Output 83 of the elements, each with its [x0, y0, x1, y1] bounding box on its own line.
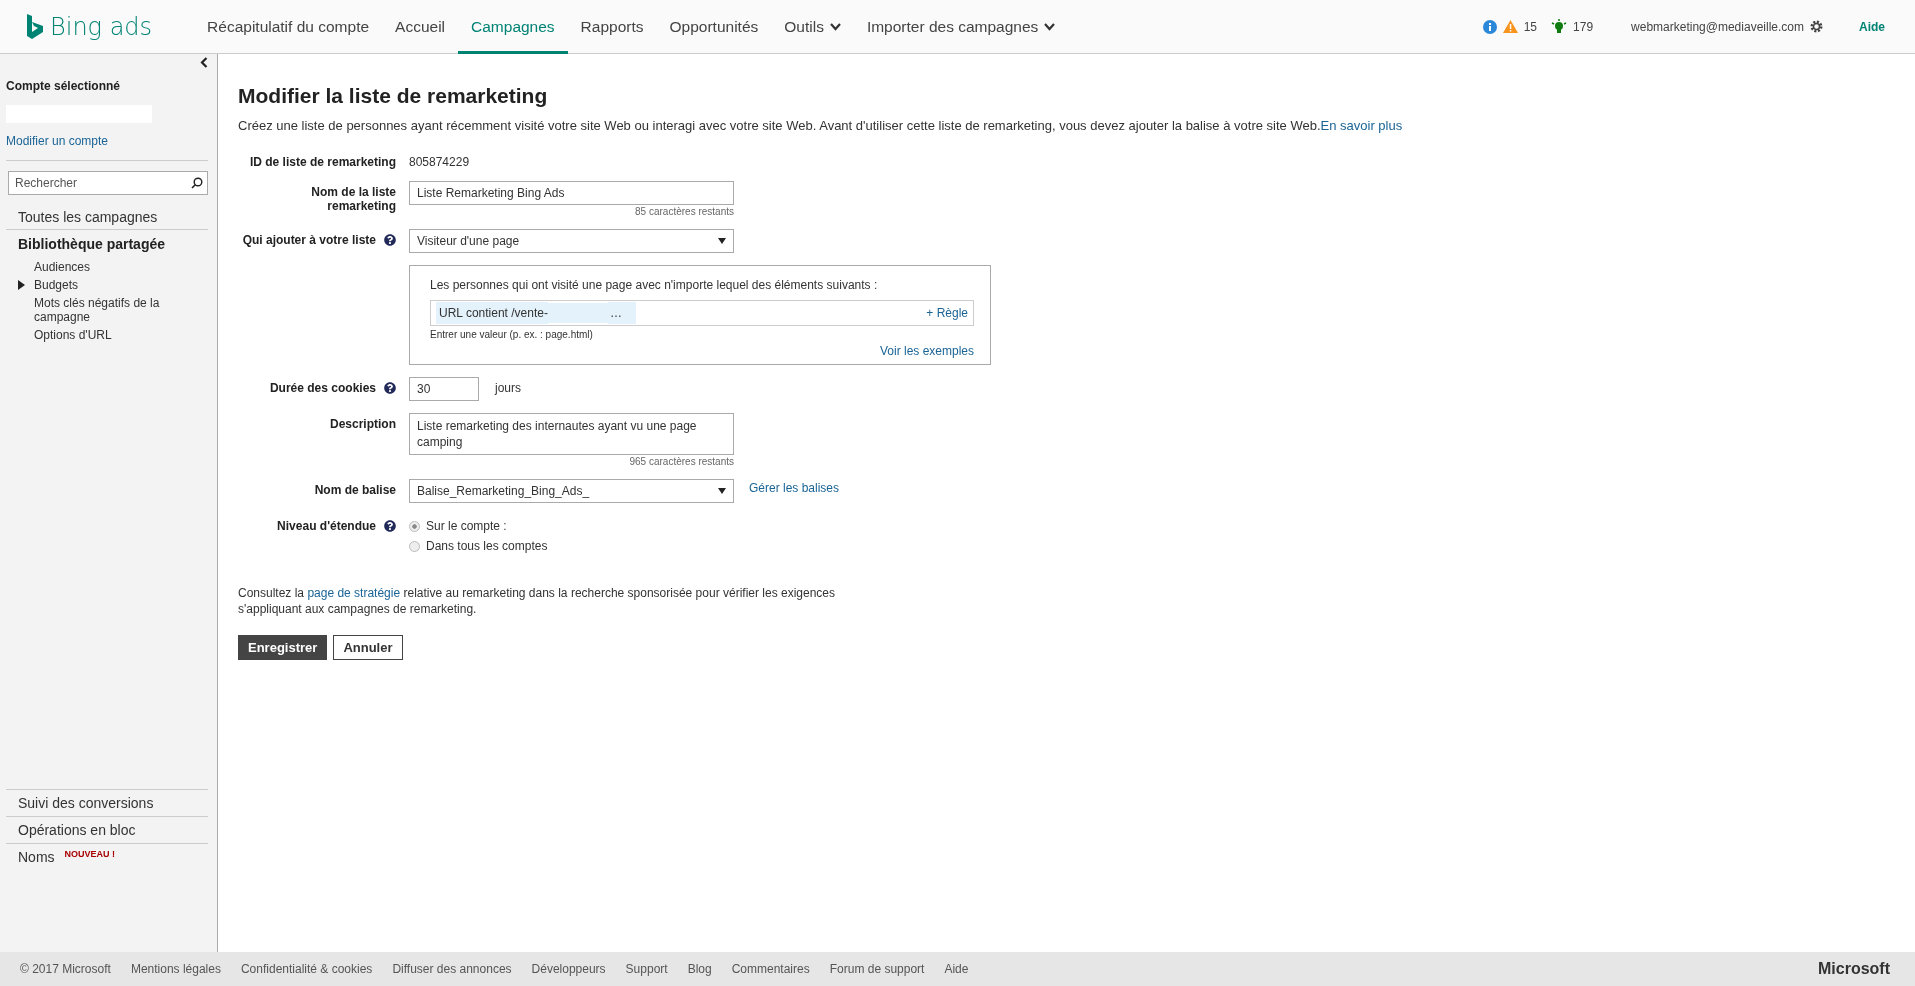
radio-label: Dans tous les comptes	[426, 539, 548, 553]
cancel-button[interactable]: Annuler	[333, 635, 403, 660]
policy-link[interactable]: page de stratégie	[307, 586, 401, 600]
list-id: 805874229	[409, 154, 470, 169]
sidebar-item[interactable]: Options d'URL	[34, 328, 112, 342]
radio-label: Sur le compte :	[426, 519, 507, 533]
field-label: Niveau d'étendue	[277, 519, 376, 533]
sidebar-item[interactable]: Budgets	[34, 278, 79, 292]
chevron-icon	[829, 22, 841, 31]
help-icon[interactable]	[384, 234, 396, 246]
search-icon[interactable]	[191, 177, 203, 189]
field-label: Nom de balise	[314, 483, 396, 497]
remaining-chars: 965 caractères restants	[628, 456, 734, 467]
footer-link[interactable]: Forum de support	[829, 962, 925, 976]
sidebar-item[interactable]: Toutes les campagnes	[6, 203, 208, 230]
audience-dropdown[interactable]: Visiteur d'une page	[409, 229, 734, 253]
sidebar-section-title[interactable]: Bibliothèque partagée	[6, 230, 208, 260]
opportunities-count: 179	[1573, 19, 1594, 34]
logo-icon	[26, 13, 44, 40]
description-input[interactable]: Liste remarketing des internautes ayant vu une page camping	[409, 413, 734, 455]
user-email[interactable]: webmarketing@mediaveille.com	[1631, 19, 1804, 34]
footer-link[interactable]: Commentaires	[731, 962, 810, 976]
footer-link[interactable]: Support	[625, 962, 668, 976]
sidebar-item[interactable]: Noms	[18, 849, 55, 865]
help-icon[interactable]	[384, 520, 396, 532]
change-account-link[interactable]: Modifier un compte	[6, 134, 208, 148]
nav-tab[interactable]: Accueil	[382, 0, 459, 54]
policy-text: Consultez la page de stratégie relative au remarketing dans la recherche sponsorisée pour vérifier les exigences s'appliquant aux campagnes de remarketing.	[238, 585, 836, 617]
search-field[interactable]: Rechercher	[8, 171, 208, 195]
new-label: NOUVEAU !	[64, 849, 116, 859]
alerts-count: 15	[1523, 19, 1538, 34]
name-input[interactable]: Liste Remarketing Bing Ads	[409, 181, 734, 205]
rule-field[interactable]: URL contient /vente- … + Règle	[430, 300, 974, 326]
footer-link[interactable]: Développeurs	[531, 962, 606, 976]
logo: Bing ads	[50, 12, 153, 41]
lightbulb-icon[interactable]	[1551, 18, 1568, 35]
footer-link[interactable]: Diffuser des annonces	[392, 962, 512, 976]
cookie-duration-input[interactable]: 30	[409, 377, 479, 401]
help-icon[interactable]	[384, 382, 396, 394]
save-button[interactable]: Enregistrer	[238, 635, 328, 660]
footer-link[interactable]: Aide	[944, 962, 969, 976]
sidebar-item[interactable]: Suivi des conversions	[18, 795, 154, 811]
field-label: Nom de la liste remarketing	[310, 185, 396, 213]
rule-value: URL contient /vente-	[436, 302, 548, 324]
sidebar-item[interactable]: Mots clés négatifs de la campagne	[34, 296, 208, 324]
footer-link[interactable]: Confidentialité & cookies	[240, 962, 373, 976]
field-label: Durée des cookies	[269, 381, 376, 395]
manage-tags-link[interactable]: Gérer les balises	[749, 479, 840, 503]
field-label: Qui ajouter à votre liste	[242, 233, 376, 247]
collapse-icon[interactable]	[200, 57, 208, 68]
radio-button[interactable]	[409, 540, 420, 552]
footer-link[interactable]: Mentions légales	[130, 962, 221, 976]
dropdown-icon	[718, 488, 726, 494]
radio-button[interactable]	[409, 520, 420, 532]
field-label: ID de liste de remarketing	[249, 155, 396, 169]
sidebar-item[interactable]: Audiences	[34, 260, 91, 274]
unit-label: jours	[495, 380, 521, 397]
footer-link[interactable]: Blog	[687, 962, 712, 976]
ellipsis: …	[607, 302, 636, 324]
help-link[interactable]: Aide	[1859, 19, 1885, 34]
nav-tab[interactable]: Rapports	[567, 0, 657, 54]
rule-hint: Entrer une valeur (p. ex. : page.html)	[430, 329, 594, 340]
footer-link[interactable]: © 2017 Microsoft	[20, 962, 111, 976]
field-label: Description	[330, 417, 396, 431]
intro-text: Créez une liste de personnes ayant récemment visité votre site Web ou interagi avec votre site Web. Avant d'utiliser cette liste de remarketing, vous devez ajouter la balise à votre site Web.En savoir plus	[238, 118, 1404, 133]
nav-tab[interactable]: Outils	[771, 0, 854, 54]
page-title: Modifier la liste de remarketing	[238, 84, 549, 108]
settings-icon[interactable]	[1810, 20, 1823, 33]
sidebar-title: Compte sélectionné	[6, 79, 122, 93]
brand-name: Microsoft	[1818, 960, 1890, 978]
info-icon[interactable]	[1482, 19, 1497, 34]
nav-tab[interactable]: Récapitulatif du compte	[194, 0, 383, 54]
examples-link[interactable]: Voir les exemples	[879, 344, 974, 358]
add-rule-link[interactable]: + Règle	[926, 306, 968, 320]
rule-intro: Les personnes qui ont visité une page avec n'importe lequel des éléments suivants :	[430, 278, 878, 292]
sidebar-item[interactable]: Opérations en bloc	[18, 822, 136, 838]
remaining-chars: 85 caractères restants	[634, 206, 734, 217]
chevron-icon	[1044, 22, 1056, 31]
dropdown-icon	[718, 238, 726, 244]
nav-tab[interactable]: Opportunités	[656, 0, 772, 54]
tag-dropdown[interactable]: Balise_Remarketing_Bing_Ads_	[409, 479, 734, 503]
nav-tab[interactable]: Importer des campagnes	[853, 0, 1069, 54]
learn-more-link[interactable]: En savoir plus	[1320, 118, 1403, 133]
